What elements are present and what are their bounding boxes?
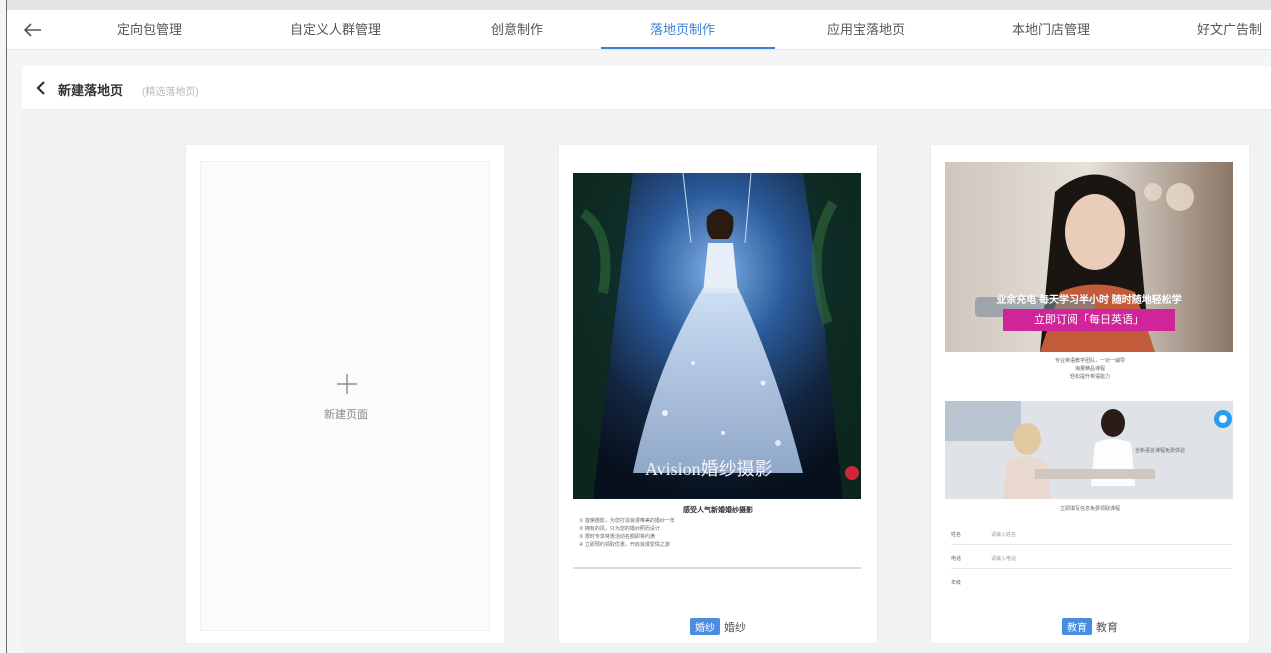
new-page-label: 新建页面 <box>324 409 368 421</box>
new-page-card[interactable]: 新建页面 <box>185 144 505 644</box>
form-field-label: 年级 <box>951 580 962 586</box>
divider <box>573 567 861 569</box>
category-badge: 婚纱 <box>690 618 720 635</box>
form-row: 姓名 请输入姓名 <box>951 521 1231 545</box>
tab-landing-page[interactable]: 落地页制作 <box>650 10 715 50</box>
category-label: 婚纱 <box>724 622 746 634</box>
wedding-line: ③ 限时专享特惠活动名额即将约满 <box>579 534 655 540</box>
education-cta: 立即订阅「每日英语」 <box>1003 309 1175 331</box>
active-tab-indicator <box>601 47 775 49</box>
education-banner-line1: 业余充电 每天学习半小时 随时随地轻松学 <box>996 295 1182 306</box>
template-gallery: 新建页面 Avision婚纱摄影 感受人气新婚婚纱摄影 ① 首席摄影，为您打造浪… <box>22 111 1271 653</box>
template-card-education[interactable]: 业余充电 每天学习半小时 随时随地轻松学 立即订阅「每日英语」 专业英语教学团队… <box>930 144 1250 644</box>
page-subtitle: (精选落地页) <box>142 87 199 98</box>
education-desc: 专业英语教学团队，一对一辅导 海量精品课程 轻松提升英语能力 <box>931 357 1249 381</box>
tab-app-store-landing[interactable]: 应用宝落地页 <box>827 10 905 50</box>
education-banner-image: 业余充电 每天学习半小时 随时随地轻松学 立即订阅「每日英语」 <box>945 162 1233 352</box>
wedding-lines: ① 首席摄影，为您打造浪漫唯美的婚纱一年 ② 拥有的风，只为您的婚纱照而设计 ③… <box>579 517 675 549</box>
form-field-placeholder: 请输入电话 <box>991 556 1017 562</box>
form-field-label: 姓名 <box>951 532 962 538</box>
education-desc-line: 海量精品课程 <box>1074 366 1105 372</box>
category-label: 教育 <box>1096 622 1118 634</box>
top-strip <box>7 0 1271 10</box>
education-form-caption: 立即填写信息免费领取课程 <box>1059 506 1120 512</box>
education-section-title: 全新语言课程免费体验 <box>1135 448 1186 454</box>
tab-creative[interactable]: 创意制作 <box>491 10 543 50</box>
wedding-line: ④ 立即预约领取优惠，开启浪漫爱情之旅 <box>579 542 670 548</box>
tab-targeting-package[interactable]: 定向包管理 <box>117 10 182 50</box>
wedding-banner-text: Avision婚纱摄影 <box>645 459 773 479</box>
left-frame-border <box>6 0 7 653</box>
template-card-wedding[interactable]: Avision婚纱摄影 感受人气新婚婚纱摄影 ① 首席摄影，为您打造浪漫唯美的婚… <box>558 144 878 644</box>
template-tag: 教育 教育 <box>931 618 1249 635</box>
tab-custom-audience[interactable]: 自定义人群管理 <box>290 10 381 50</box>
tab-local-store[interactable]: 本地门店管理 <box>1012 10 1090 50</box>
education-section-image: 全新语言课程免费体验 <box>945 401 1233 499</box>
top-nav: 定向包管理 自定义人群管理 创意制作 落地页制作 应用宝落地页 本地门店管理 好… <box>7 10 1271 50</box>
back-arrow-icon[interactable] <box>21 18 45 42</box>
new-page-placeholder: 新建页面 <box>200 161 490 631</box>
wedding-banner-image: Avision婚纱摄影 <box>573 173 861 499</box>
tab-article-ad[interactable]: 好文广告制 <box>1197 10 1262 50</box>
page-header: 新建落地页 (精选落地页) <box>22 66 1271 110</box>
wedding-line: ② 拥有的风，只为您的婚纱照而设计 <box>579 526 660 532</box>
form-row: 电话 请输入电话 <box>951 545 1231 569</box>
category-badge: 教育 <box>1062 618 1092 635</box>
education-desc-line: 轻松提升英语能力 <box>1069 374 1110 380</box>
education-desc-line: 专业英语教学团队，一对一辅导 <box>1054 358 1125 364</box>
wedding-heading: 感受人气新婚婚纱摄影 <box>683 507 753 514</box>
education-form: 姓名 请输入姓名 电话 请输入电话 年级 <box>951 521 1231 593</box>
plus-icon <box>337 374 357 394</box>
form-field-placeholder: 请输入姓名 <box>991 532 1017 538</box>
form-row: 年级 <box>951 569 1231 593</box>
wedding-line: ① 首席摄影，为您打造浪漫唯美的婚纱一年 <box>579 518 675 524</box>
template-tag: 婚纱 婚纱 <box>559 618 877 635</box>
page-title: 新建落地页 <box>58 83 124 98</box>
form-field-label: 电话 <box>951 556 962 562</box>
chevron-left-icon[interactable] <box>36 78 50 98</box>
